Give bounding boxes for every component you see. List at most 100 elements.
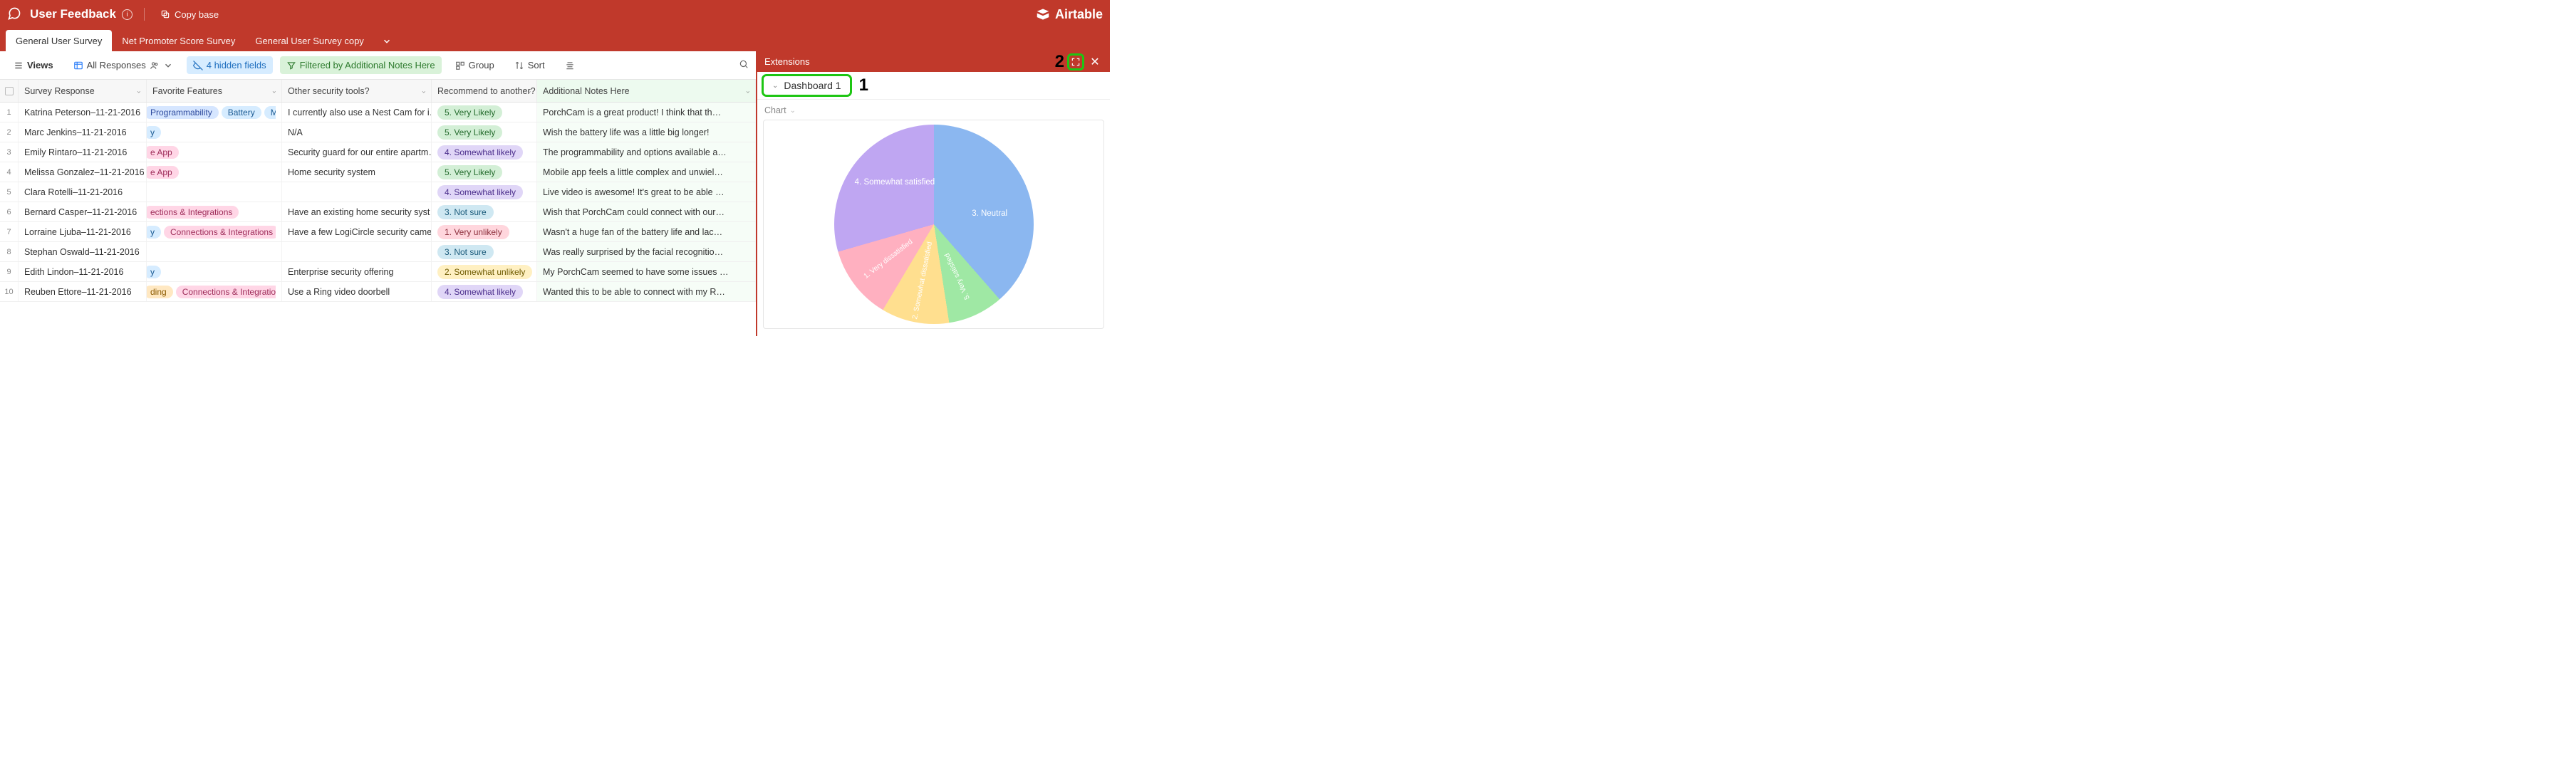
tab-general-user-survey-copy[interactable]: General User Survey copy xyxy=(245,30,373,51)
table-row[interactable]: 3Emily Rintaro–11-21-2016e AppSecurity g… xyxy=(0,142,756,162)
annotation-1: 1 xyxy=(859,75,868,95)
cell-additional-notes[interactable]: Was really surprised by the facial recog… xyxy=(537,242,756,261)
cell-survey-response[interactable]: Melissa Gonzalez–11-21-2016 xyxy=(19,162,147,182)
cell-recommend[interactable]: 1. Very unlikely xyxy=(432,222,537,241)
chart-block-header[interactable]: Chart ⌄ xyxy=(763,105,1104,120)
sort-button[interactable]: Sort xyxy=(508,56,551,74)
cell-recommend[interactable]: 5. Very Likely xyxy=(432,162,537,182)
recommend-pill: 3. Not sure xyxy=(437,245,494,259)
cell-favorite-features[interactable]: e App xyxy=(147,142,282,162)
cell-survey-response[interactable]: Marc Jenkins–11-21-2016 xyxy=(19,122,147,142)
cell-survey-response[interactable]: Bernard Casper–11-21-2016 xyxy=(19,202,147,221)
recommend-pill: 4. Somewhat likely xyxy=(437,185,523,199)
cell-other-security[interactable]: Home security system xyxy=(282,162,432,182)
cell-other-security[interactable]: Have a few LogiCircle security came… xyxy=(282,222,432,241)
group-button[interactable]: Group xyxy=(449,56,501,74)
cell-other-security[interactable]: N/A xyxy=(282,122,432,142)
expand-extensions-button[interactable] xyxy=(1067,53,1084,70)
tab-general-user-survey[interactable]: General User Survey xyxy=(6,30,112,51)
cell-additional-notes[interactable]: Wish that PorchCam could connect with ou… xyxy=(537,202,756,221)
table-row[interactable]: 1Katrina Peterson–11-21-2016Programmabil… xyxy=(0,103,756,122)
filter-button[interactable]: Filtered by Additional Notes Here xyxy=(280,56,442,74)
copy-base-button[interactable]: Copy base xyxy=(156,6,223,23)
cell-other-security[interactable]: Have an existing home security syst… xyxy=(282,202,432,221)
cell-additional-notes[interactable]: Wish the battery life was a little big l… xyxy=(537,122,756,142)
chevron-down-icon: ⌄ xyxy=(772,82,778,90)
cell-recommend[interactable]: 3. Not sure xyxy=(432,202,537,221)
dashboard-selector[interactable]: ⌄ Dashboard 1 xyxy=(762,74,852,97)
cell-other-security[interactable] xyxy=(282,182,432,202)
chart-block[interactable]: 3. Neutral5. Very satisfied2. Somewhat d… xyxy=(763,120,1104,329)
cell-favorite-features[interactable]: dingConnections & Integrations xyxy=(147,282,282,301)
cell-other-security[interactable] xyxy=(282,242,432,261)
cell-additional-notes[interactable]: Live video is awesome! It's great to be … xyxy=(537,182,756,202)
table-row[interactable]: 9Edith Lindon–11-21-2016yEnterprise secu… xyxy=(0,262,756,282)
table-row[interactable]: 5Clara Rotelli–11-21-20164. Somewhat lik… xyxy=(0,182,756,202)
brand-logo[interactable]: Airtable xyxy=(1035,6,1103,22)
col-recommend[interactable]: Recommend to another? ⌄ xyxy=(432,80,537,102)
cell-survey-response[interactable]: Clara Rotelli–11-21-2016 xyxy=(19,182,147,202)
cell-recommend[interactable]: 5. Very Likely xyxy=(432,122,537,142)
table-row[interactable]: 6Bernard Casper–11-21-2016ections & Inte… xyxy=(0,202,756,222)
cell-additional-notes[interactable]: Mobile app feels a little complex and un… xyxy=(537,162,756,182)
cell-additional-notes[interactable]: The programmability and options availabl… xyxy=(537,142,756,162)
cell-recommend[interactable]: 4. Somewhat likely xyxy=(432,282,537,301)
cell-recommend[interactable]: 5. Very Likely xyxy=(432,103,537,122)
col-additional-notes[interactable]: Additional Notes Here ⌄ xyxy=(537,80,756,102)
col-other-security[interactable]: Other security tools? ⌄ xyxy=(282,80,432,102)
cell-favorite-features[interactable]: y xyxy=(147,262,282,281)
tab-net-promoter[interactable]: Net Promoter Score Survey xyxy=(112,30,245,51)
cell-survey-response[interactable]: Katrina Peterson–11-21-2016 xyxy=(19,103,147,122)
row-height-button[interactable] xyxy=(559,57,581,74)
tab-label: General User Survey copy xyxy=(255,36,363,46)
cell-favorite-features[interactable]: y xyxy=(147,122,282,142)
cell-favorite-features[interactable]: yConnections & Integrations xyxy=(147,222,282,241)
cell-survey-response[interactable]: Edith Lindon–11-21-2016 xyxy=(19,262,147,281)
hidden-fields-button[interactable]: 4 hidden fields xyxy=(187,56,273,74)
cell-additional-notes[interactable]: PorchCam is a great product! I think tha… xyxy=(537,103,756,122)
cell-favorite-features[interactable] xyxy=(147,182,282,202)
cell-additional-notes[interactable]: My PorchCam seemed to have some issues … xyxy=(537,262,756,281)
view-switcher[interactable]: All Responses xyxy=(67,56,180,74)
cell-favorite-features[interactable] xyxy=(147,242,282,261)
cell-favorite-features[interactable]: ections & Integrations xyxy=(147,202,282,221)
extensions-title: Extensions xyxy=(764,56,810,67)
table-row[interactable]: 10Reuben Ettore–11-21-2016dingConnection… xyxy=(0,282,756,302)
cell-favorite-features[interactable]: ProgrammabilityBatteryMobile app xyxy=(147,103,282,122)
cell-recommend[interactable]: 4. Somewhat likely xyxy=(432,182,537,202)
search-button[interactable] xyxy=(739,59,749,71)
select-all-checkbox[interactable] xyxy=(0,80,19,102)
info-icon[interactable]: i xyxy=(122,9,133,20)
close-extensions-button[interactable]: ✕ xyxy=(1087,54,1103,70)
group-label: Group xyxy=(469,60,494,70)
cell-survey-response[interactable]: Emily Rintaro–11-21-2016 xyxy=(19,142,147,162)
cell-favorite-features[interactable]: e App xyxy=(147,162,282,182)
table-row[interactable]: 7Lorraine Ljuba–11-21-2016yConnections &… xyxy=(0,222,756,242)
recommend-pill: 3. Not sure xyxy=(437,205,494,219)
cell-additional-notes[interactable]: Wasn't a huge fan of the battery life an… xyxy=(537,222,756,241)
cell-recommend[interactable]: 3. Not sure xyxy=(432,242,537,261)
cell-other-security[interactable]: Enterprise security offering xyxy=(282,262,432,281)
cell-survey-response[interactable]: Stephan Oswald–11-21-2016 xyxy=(19,242,147,261)
table-row[interactable]: 2Marc Jenkins–11-21-2016yN/A5. Very Like… xyxy=(0,122,756,142)
cell-survey-response[interactable]: Lorraine Ljuba–11-21-2016 xyxy=(19,222,147,241)
table-row[interactable]: 8Stephan Oswald–11-21-20163. Not sureWas… xyxy=(0,242,756,262)
cell-recommend[interactable]: 4. Somewhat likely xyxy=(432,142,537,162)
cell-survey-response[interactable]: Reuben Ettore–11-21-2016 xyxy=(19,282,147,301)
cell-other-security[interactable]: Use a Ring video doorbell xyxy=(282,282,432,301)
row-index: 10 xyxy=(0,282,19,301)
row-index: 4 xyxy=(0,162,19,182)
table-row[interactable]: 4Melissa Gonzalez–11-21-2016e AppHome se… xyxy=(0,162,756,182)
cell-other-security[interactable]: I currently also use a Nest Cam for i… xyxy=(282,103,432,122)
eye-off-icon xyxy=(193,61,203,70)
cell-recommend[interactable]: 2. Somewhat unlikely xyxy=(432,262,537,281)
cell-other-security[interactable]: Security guard for our entire apartm… xyxy=(282,142,432,162)
recommend-pill: 2. Somewhat unlikely xyxy=(437,265,532,279)
app-header: User Feedback i Copy base Airtable xyxy=(0,0,1110,28)
base-title[interactable]: User Feedback xyxy=(30,7,116,21)
cell-additional-notes[interactable]: Wanted this to be able to connect with m… xyxy=(537,282,756,301)
views-button[interactable]: Views xyxy=(7,56,60,74)
add-table-button[interactable] xyxy=(377,31,397,51)
col-favorite-features[interactable]: Favorite Features ⌄ xyxy=(147,80,282,102)
col-survey-response[interactable]: Survey Response ⌄ xyxy=(19,80,147,102)
